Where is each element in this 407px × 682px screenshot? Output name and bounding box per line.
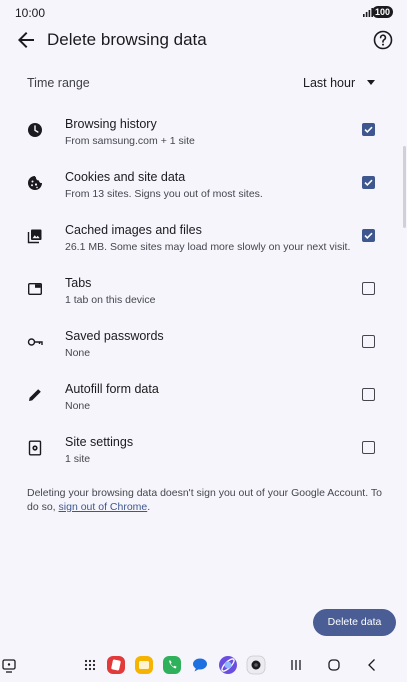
option-title: Saved passwords	[65, 329, 164, 343]
option-subtitle: 26.1 MB. Some sites may load more slowly…	[65, 241, 351, 253]
status-time: 10:00	[15, 6, 46, 20]
option-tabs[interactable]: Tabs 1 tab on this device	[0, 269, 407, 322]
dropdown-arrow-icon	[367, 80, 375, 85]
sign-out-link[interactable]: sign out of Chrome	[59, 501, 148, 513]
home-icon[interactable]	[324, 655, 344, 675]
app-bar: Delete browsing data	[0, 24, 407, 56]
clock-icon	[28, 123, 42, 137]
option-subtitle: None	[65, 347, 91, 359]
option-title: Site settings	[65, 435, 134, 449]
help-circle-icon[interactable]	[371, 28, 395, 52]
time-range-label: Time range	[27, 76, 90, 90]
app-drawer-icon[interactable]	[80, 655, 100, 675]
arrow-back-icon[interactable]	[14, 28, 38, 52]
image-icon	[27, 229, 42, 244]
checkmark-icon	[364, 179, 373, 187]
files-app-icon[interactable]	[134, 655, 154, 675]
option-browsing-history[interactable]: Browsing history From samsung.com + 1 si…	[0, 110, 407, 163]
checkbox-autofill[interactable]	[362, 388, 375, 401]
time-range-value: Last hour	[303, 76, 356, 90]
gallery-app-icon[interactable]	[106, 655, 126, 675]
checkbox-tabs[interactable]	[362, 282, 375, 295]
option-cookies[interactable]: Cookies and site data From 13 sites. Sig…	[0, 163, 407, 216]
checkbox-saved-passwords[interactable]	[362, 335, 375, 348]
option-site-settings[interactable]: Site settings 1 site	[0, 428, 407, 481]
time-range-dropdown[interactable]: Last hour	[292, 72, 382, 94]
option-cached-images[interactable]: Cached images and files 26.1 MB. Some si…	[0, 216, 407, 269]
status-bar: 10:00 100	[0, 0, 407, 24]
option-subtitle: From samsung.com + 1 site	[65, 135, 195, 147]
option-title: Browsing history	[65, 117, 157, 131]
key-icon	[27, 338, 43, 346]
option-title: Cookies and site data	[65, 170, 186, 184]
option-title: Tabs	[65, 276, 92, 290]
option-subtitle: None	[65, 400, 91, 412]
checkmark-icon	[364, 232, 373, 240]
cookie-icon	[28, 176, 42, 190]
checkbox-cached-images[interactable]	[362, 229, 375, 242]
page-title: Delete browsing data	[47, 30, 207, 49]
camera-app-icon[interactable]	[246, 655, 266, 675]
option-title: Cached images and files	[65, 223, 202, 237]
site-settings-icon	[28, 440, 42, 456]
scrollbar[interactable]	[403, 146, 406, 228]
option-subtitle: 1 site	[65, 453, 91, 465]
footer-note: Deleting your browsing data doesn't sign…	[27, 486, 387, 514]
messages-app-icon[interactable]	[190, 655, 210, 675]
option-saved-passwords[interactable]: Saved passwords None	[0, 322, 407, 375]
checkbox-site-settings[interactable]	[362, 441, 375, 454]
pencil-icon	[29, 389, 41, 401]
option-subtitle: From 13 sites. Signs you out of most sit…	[65, 188, 263, 200]
checkmark-icon	[364, 126, 373, 134]
battery-badge: 100	[371, 6, 393, 18]
taskbar	[0, 650, 407, 682]
footer-period: .	[147, 501, 151, 513]
taskbar-toggle-icon[interactable]	[0, 655, 20, 675]
internet-app-icon[interactable]	[218, 655, 238, 675]
option-subtitle: 1 tab on this device	[65, 294, 156, 306]
phone-app-icon[interactable]	[162, 655, 182, 675]
option-title: Autofill form data	[65, 382, 159, 396]
back-nav-icon[interactable]	[362, 655, 382, 675]
tab-icon	[28, 283, 43, 296]
checkbox-browsing-history[interactable]	[362, 123, 375, 136]
recents-icon[interactable]	[286, 655, 306, 675]
option-autofill[interactable]: Autofill form data None	[0, 375, 407, 428]
checkbox-cookies[interactable]	[362, 176, 375, 189]
delete-data-button[interactable]: Delete data	[313, 609, 396, 636]
